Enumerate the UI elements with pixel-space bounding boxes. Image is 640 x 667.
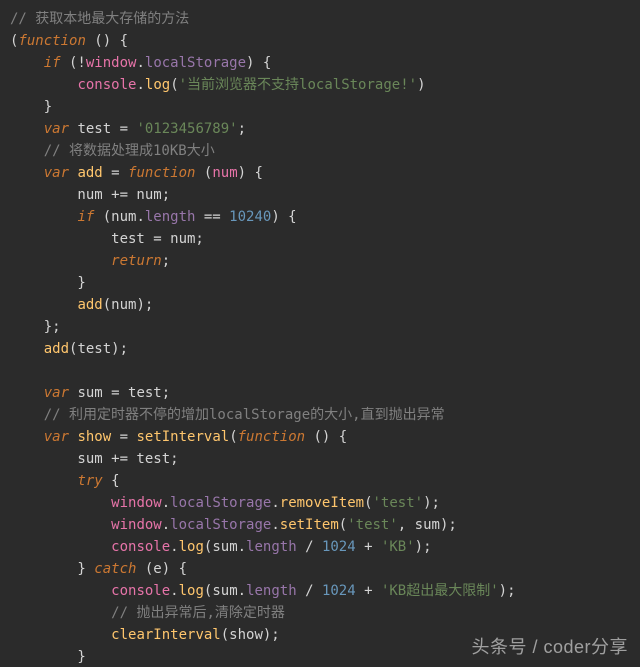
code-line: } (10, 99, 52, 115)
code-line: console.log('当前浏览器不支持localStorage!') (10, 77, 426, 93)
code-line: }; (10, 319, 61, 335)
code-line: // 获取本地最大存储的方法 (10, 11, 189, 27)
code-line: try { (10, 473, 120, 489)
code-line: var show = setInterval(function () { (10, 429, 347, 445)
code-line: add(num); (10, 297, 153, 313)
code-line: if (!window.localStorage) { (10, 55, 271, 71)
code-line: console.log(sum.length / 1024 + 'KB'); (10, 539, 432, 555)
code-line: num += num; (10, 187, 170, 203)
code-line: var sum = test; (10, 385, 170, 401)
code-line: } (10, 649, 86, 665)
code-line: } (10, 275, 86, 291)
code-line: // 利用定时器不停的增加localStorage的大小,直到抛出异常 (10, 407, 445, 423)
code-block: // 获取本地最大存储的方法 (function () { if (!windo… (0, 0, 640, 667)
code-line: test = num; (10, 231, 204, 247)
code-line: add(test); (10, 341, 128, 357)
code-line: var add = function (num) { (10, 165, 263, 181)
code-line: window.localStorage.setItem('test', sum)… (10, 517, 457, 533)
code-line: sum += test; (10, 451, 179, 467)
code-line: return; (10, 253, 170, 269)
code-line: } catch (e) { (10, 561, 187, 577)
code-line: window.localStorage.removeItem('test'); (10, 495, 440, 511)
code-line: console.log(sum.length / 1024 + 'KB超出最大限… (10, 583, 516, 599)
code-line: if (num.length == 10240) { (10, 209, 297, 225)
code-line: (function () { (10, 33, 128, 49)
code-line: var test = '0123456789'; (10, 121, 246, 137)
code-line: // 抛出异常后,清除定时器 (10, 605, 285, 621)
code-line: clearInterval(show); (10, 627, 280, 643)
code-line: // 将数据处理成10KB大小 (10, 143, 215, 159)
